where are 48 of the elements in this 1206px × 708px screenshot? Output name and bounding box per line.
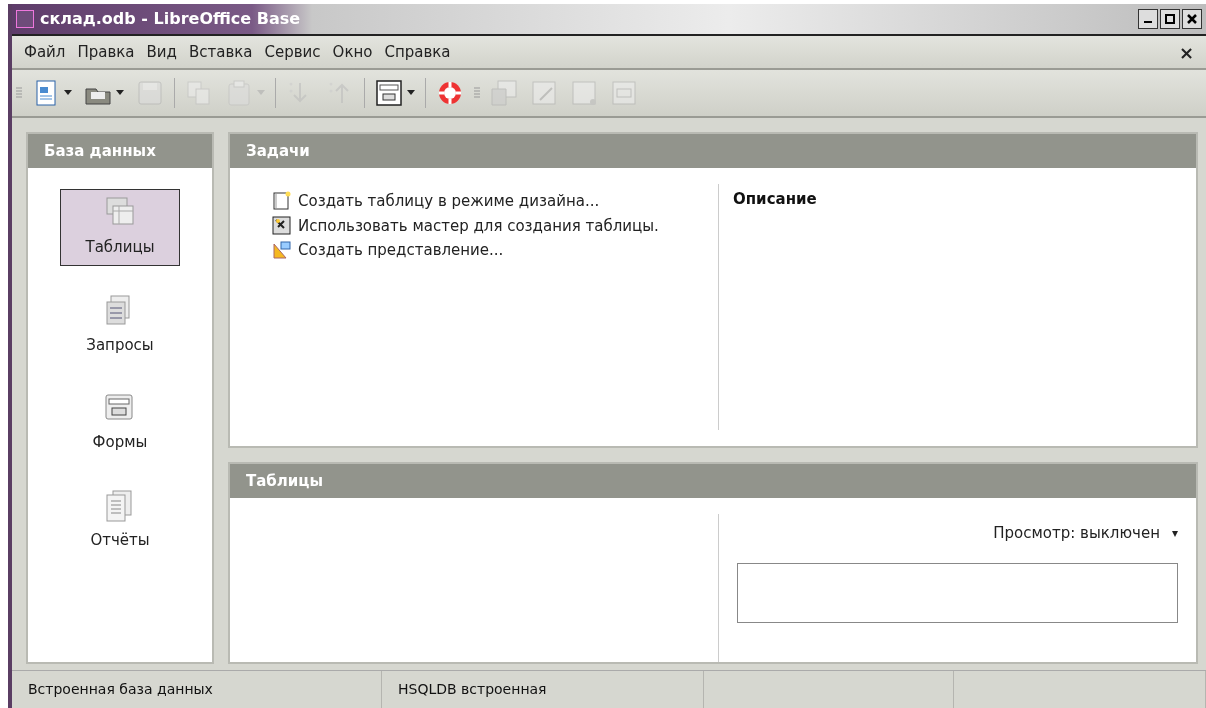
task-link[interactable]: Создать представление... — [272, 239, 718, 262]
table-design-icon — [272, 191, 292, 212]
clipboard-icon — [225, 79, 253, 107]
wizard-icon — [272, 215, 292, 236]
caret-icon — [407, 90, 415, 96]
menu-item[interactable]: Справка — [378, 38, 457, 66]
sidebar-item[interactable]: Отчёты — [60, 481, 180, 558]
caret-icon — [116, 90, 124, 96]
menu-item[interactable]: Окно — [326, 38, 379, 66]
preview-dropdown[interactable]: Просмотр: выключен ▾ — [993, 522, 1178, 545]
window-icon — [490, 79, 518, 107]
panel-header: Задачи — [230, 134, 1196, 168]
sidebar-item[interactable]: Запросы — [60, 286, 180, 363]
menu-item[interactable]: Вид — [140, 38, 183, 66]
sidebar-item[interactable]: Формы — [60, 384, 180, 461]
lifebuoy-icon — [436, 79, 464, 107]
form-button[interactable] — [373, 77, 417, 109]
menu-item[interactable]: Правка — [71, 38, 141, 66]
minimize-icon — [1144, 21, 1152, 23]
status-text: HSQLDB встроенная — [382, 671, 704, 708]
task-link[interactable]: Создать таблицу в режиме дизайна... — [272, 190, 718, 213]
close-icon — [1187, 14, 1197, 24]
caret-icon — [257, 90, 265, 96]
toolbar-grip-icon[interactable] — [16, 86, 22, 100]
menu-item[interactable]: Сервис — [258, 38, 327, 66]
text-field-icon — [610, 79, 638, 107]
task-link[interactable]: Использовать мастер для создания таблицы. — [272, 214, 718, 237]
maximize-icon — [1165, 14, 1175, 24]
save-icon — [136, 79, 164, 107]
app-icon — [16, 10, 34, 28]
copy-icon — [185, 79, 213, 107]
minimize-button[interactable] — [1138, 9, 1158, 29]
window-title: склад.odb - LibreOffice Base — [40, 8, 301, 30]
status-text: Встроенная база данных — [12, 671, 382, 708]
caret-icon — [64, 90, 72, 96]
close-button[interactable] — [1182, 9, 1202, 29]
toolbar-grip-icon[interactable] — [474, 86, 480, 100]
pencil-icon — [530, 79, 558, 107]
view-icon — [272, 240, 292, 261]
menu-item[interactable]: Вставка — [182, 38, 259, 66]
maximize-button[interactable] — [1160, 9, 1180, 29]
close-document-button[interactable]: × — [1172, 36, 1200, 68]
sidebar-item[interactable]: Таблицы — [60, 189, 180, 266]
description-heading: Описание — [733, 189, 817, 208]
form-icon — [375, 79, 403, 107]
panel-header: База данных — [28, 134, 212, 168]
menu-item[interactable]: Файл — [18, 38, 72, 66]
panel-header: Таблицы — [230, 464, 1196, 498]
